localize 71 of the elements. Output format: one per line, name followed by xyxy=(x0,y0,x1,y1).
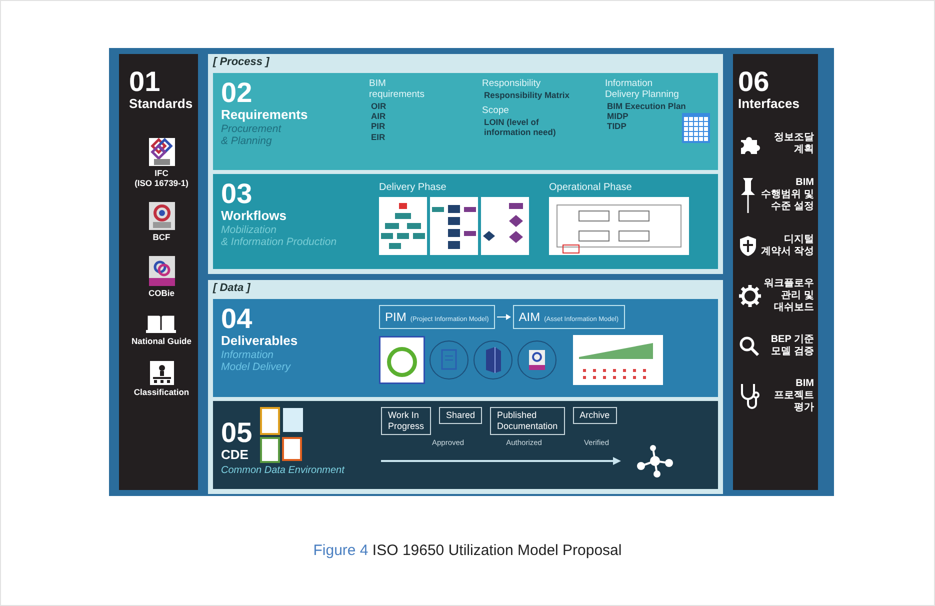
panel-subtitle: Information Model Delivery xyxy=(221,348,292,374)
document-thumbnails-drawing xyxy=(260,407,304,466)
column-title: Interfaces xyxy=(738,96,800,112)
interface-label: BEP 기준 모델 검증 xyxy=(770,334,814,358)
panel-subtitle: Mobilization & Information Production xyxy=(221,224,338,249)
gear-icon xyxy=(738,284,762,308)
panel-title: Requirements xyxy=(221,107,309,123)
requirement-item: AIR xyxy=(371,111,387,122)
shield-icon xyxy=(738,234,758,257)
panel-number: 03 xyxy=(221,180,254,208)
caption-text: ISO 19650 Utilization Model Proposal xyxy=(371,542,622,559)
arrow-icon xyxy=(496,313,511,322)
cobie-circle-icon xyxy=(517,340,557,380)
model-abbreviation: AIM xyxy=(518,309,540,326)
interface-label: 워크플로우 관리 및 대쉬보드 xyxy=(764,278,814,314)
section-label: [ Data ] xyxy=(213,282,252,296)
requirement-item: BIM Execution Plan xyxy=(607,101,687,112)
interface-label: 정보조달 계획 xyxy=(774,132,814,156)
workflow-diagram-thumbnail xyxy=(379,197,427,256)
cycle-diagram-thumbnail xyxy=(379,336,425,384)
interface-label: BIM 프로젝트 평가 xyxy=(774,378,814,414)
column-number: 06 xyxy=(738,68,770,96)
requirement-item: TIDP xyxy=(607,121,628,132)
requirement-heading: Information Delivery Planning xyxy=(605,79,680,102)
panel-title: CDE xyxy=(221,447,250,463)
cde-state-box: Work In Progress xyxy=(381,407,432,435)
cobie-logo-icon xyxy=(148,256,174,286)
requirement-item: MIDP xyxy=(607,111,630,122)
cde-state-box: Shared xyxy=(439,407,482,424)
standard-label: Classification xyxy=(134,386,190,397)
requirement-item: OIR xyxy=(371,101,388,112)
network-icon xyxy=(635,444,675,478)
panel-subtitle: Common Data Environment xyxy=(221,465,344,478)
ifc-logo-icon xyxy=(148,138,174,166)
requirement-item: EIR xyxy=(371,132,386,142)
panel-number: 05 xyxy=(221,419,252,448)
column-number: 01 xyxy=(129,68,162,96)
requirement-item: LOIN (level of information need) xyxy=(484,117,557,138)
phase-title: Delivery Phase xyxy=(379,181,448,196)
workflow-diagram-thumbnail xyxy=(430,197,478,256)
standard-label: IFC (ISO 16739-1) xyxy=(134,168,188,188)
bcf-logo-icon xyxy=(148,202,174,230)
requirement-heading: Responsibility xyxy=(482,79,542,90)
panel-title: Workflows xyxy=(221,208,288,224)
building-circle-icon xyxy=(473,340,513,380)
document-circle-icon xyxy=(429,340,469,380)
requirement-item: PIR xyxy=(371,121,386,132)
workflow-diagram-thumbnail xyxy=(481,197,529,256)
panel-number: 02 xyxy=(221,79,254,108)
standard-label: National Guide xyxy=(132,336,192,347)
search-icon xyxy=(738,334,760,357)
figure-number: Figure 4 xyxy=(313,542,368,559)
panel-number: 04 xyxy=(221,305,254,334)
standard-label: COBie xyxy=(148,288,174,298)
panel-title: Deliverables xyxy=(221,333,299,349)
requirement-heading: Scope xyxy=(482,106,510,118)
standard-label: BCF xyxy=(152,232,170,242)
model-abbreviation: PIM xyxy=(385,309,406,326)
classification-icon xyxy=(150,360,174,385)
cde-state-box: Archive xyxy=(572,407,617,424)
panel-subtitle: Procurement & Planning xyxy=(221,122,282,148)
requirement-item: Responsibility Matrix xyxy=(484,90,570,100)
stethoscope-icon xyxy=(738,382,762,410)
cde-state-box: Published Documentation xyxy=(490,407,565,435)
interface-label: BIM 수행범위 및 수준 설정 xyxy=(761,176,814,213)
section-label: [ Process ] xyxy=(213,56,270,70)
requirement-heading: BIM requirements xyxy=(369,79,426,102)
column-title: Standards xyxy=(129,96,194,112)
phase-title: Operational Phase xyxy=(549,181,633,196)
interface-label: 디지털 계약서 작성 xyxy=(761,234,814,258)
table-grid-icon xyxy=(680,112,710,143)
